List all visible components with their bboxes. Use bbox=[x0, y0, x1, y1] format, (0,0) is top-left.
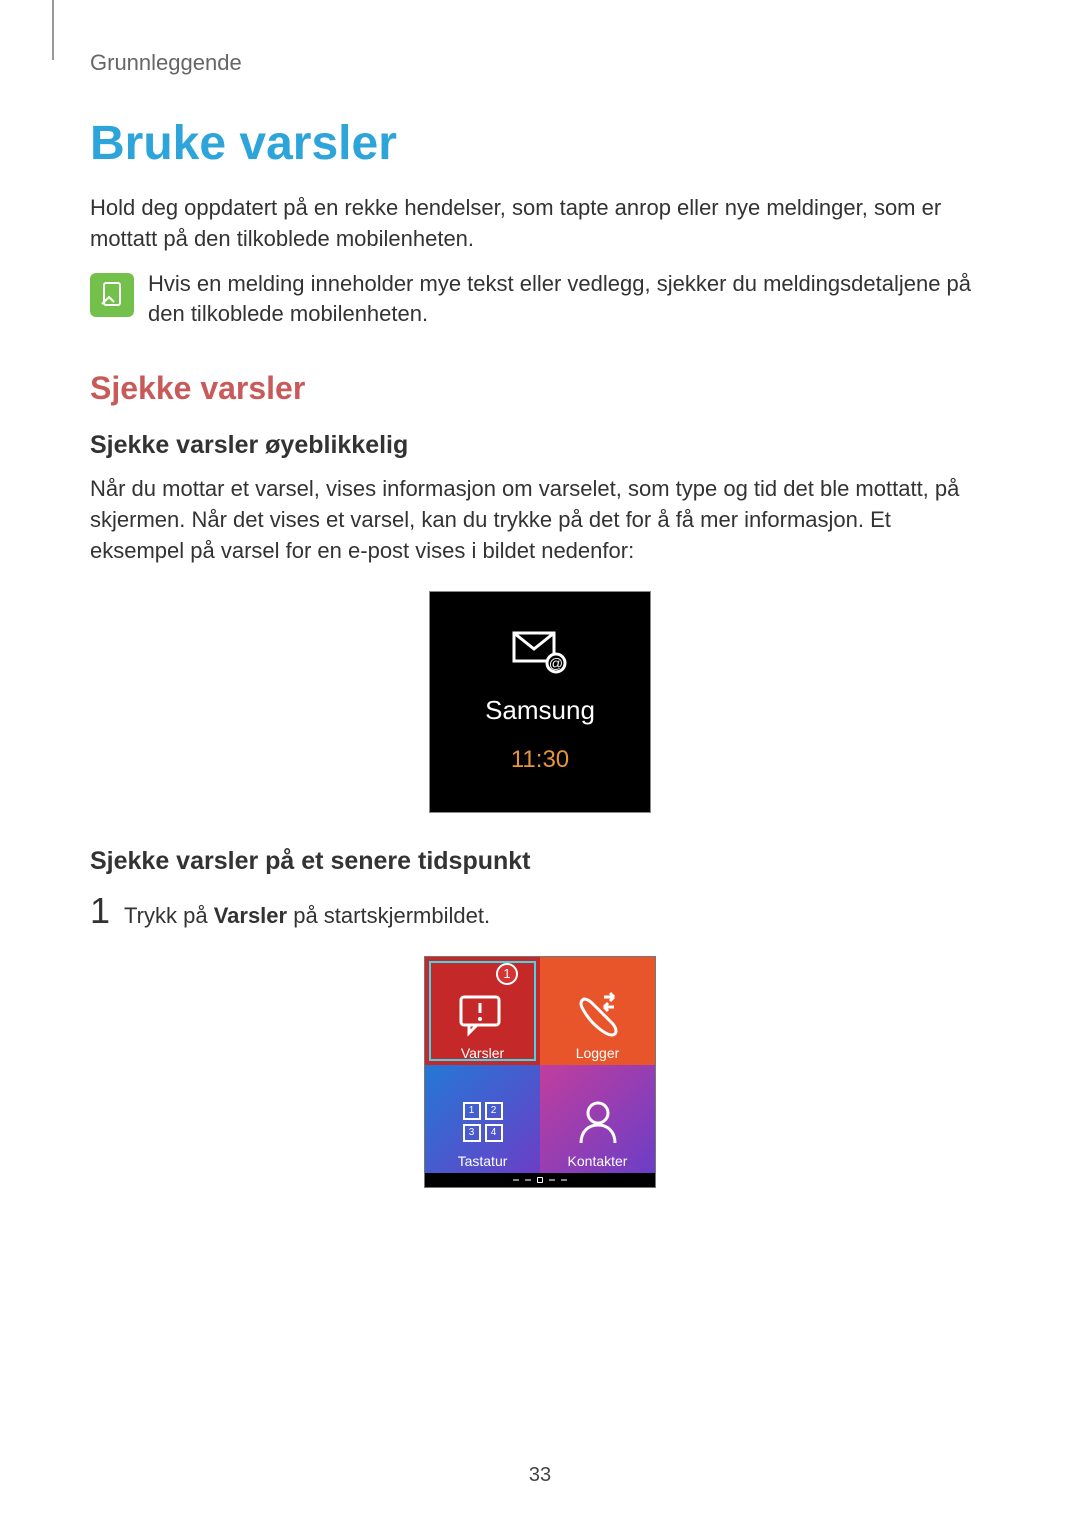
step-number: 1 bbox=[90, 890, 110, 932]
keypad-4: 4 bbox=[485, 1124, 503, 1142]
logger-icon bbox=[570, 985, 626, 1043]
page-content: Grunnleggende Bruke varsler Hold deg opp… bbox=[0, 0, 1080, 1262]
notification-figure: @ Samsung 11:30 bbox=[90, 591, 990, 813]
svg-text:@: @ bbox=[549, 655, 563, 671]
notification-screen: @ Samsung 11:30 bbox=[429, 591, 651, 813]
tile-tastatur[interactable]: 1 2 3 4 Tastatur bbox=[425, 1065, 540, 1173]
dot bbox=[525, 1179, 531, 1181]
step-1: 1 Trykk på Varsler på startskjermbildet. bbox=[90, 890, 990, 932]
sub1-title: Sjekke varsler øyeblikkelig bbox=[90, 431, 990, 460]
dot bbox=[549, 1179, 555, 1181]
page-indicator bbox=[425, 1173, 655, 1187]
kontakter-icon bbox=[573, 1093, 623, 1151]
tile-varsler-label: Varsler bbox=[461, 1045, 504, 1061]
keypad-3: 3 bbox=[463, 1124, 481, 1142]
varsler-icon bbox=[455, 985, 511, 1043]
notification-sender: Samsung bbox=[485, 695, 595, 726]
tile-logger[interactable]: Logger bbox=[540, 957, 655, 1065]
dot-active bbox=[537, 1177, 543, 1183]
main-title: Bruke varsler bbox=[90, 116, 990, 171]
email-icon: @ bbox=[510, 629, 570, 675]
notification-badge: 1 bbox=[496, 963, 518, 985]
tile-kontakter[interactable]: Kontakter bbox=[540, 1065, 655, 1173]
dot bbox=[513, 1179, 519, 1181]
step-bold: Varsler bbox=[214, 903, 287, 928]
tile-kontakter-label: Kontakter bbox=[568, 1153, 628, 1169]
note-text: Hvis en melding inneholder mye tekst ell… bbox=[148, 269, 990, 331]
sub2-title: Sjekke varsler på et senere tidspunkt bbox=[90, 847, 990, 876]
note-block: Hvis en melding inneholder mye tekst ell… bbox=[90, 269, 990, 331]
tastatur-icon: 1 2 3 4 bbox=[463, 1093, 503, 1151]
tile-logger-label: Logger bbox=[576, 1045, 620, 1061]
keypad-1: 1 bbox=[463, 1102, 481, 1120]
intro-paragraph: Hold deg oppdatert på en rekke hendelser… bbox=[90, 193, 990, 255]
tile-tastatur-label: Tastatur bbox=[458, 1153, 508, 1169]
page-number: 33 bbox=[0, 1464, 1080, 1487]
note-icon bbox=[90, 273, 134, 317]
step-prefix: Trykk på bbox=[124, 903, 214, 928]
step-text: Trykk på Varsler på startskjermbildet. bbox=[124, 903, 490, 929]
sub1-body: Når du mottar et varsel, vises informasj… bbox=[90, 474, 990, 566]
dot bbox=[561, 1179, 567, 1181]
appgrid-figure: 1 Varsler Logger bbox=[90, 956, 990, 1188]
section-title: Sjekke varsler bbox=[90, 370, 990, 407]
page-header: Grunnleggende bbox=[90, 50, 990, 76]
step-suffix: på startskjermbildet. bbox=[287, 903, 490, 928]
tile-varsler[interactable]: 1 Varsler bbox=[425, 957, 540, 1065]
app-screen: 1 Varsler Logger bbox=[424, 956, 656, 1188]
notification-time: 11:30 bbox=[511, 746, 569, 774]
left-margin-rule bbox=[52, 0, 54, 60]
keypad-2: 2 bbox=[485, 1102, 503, 1120]
